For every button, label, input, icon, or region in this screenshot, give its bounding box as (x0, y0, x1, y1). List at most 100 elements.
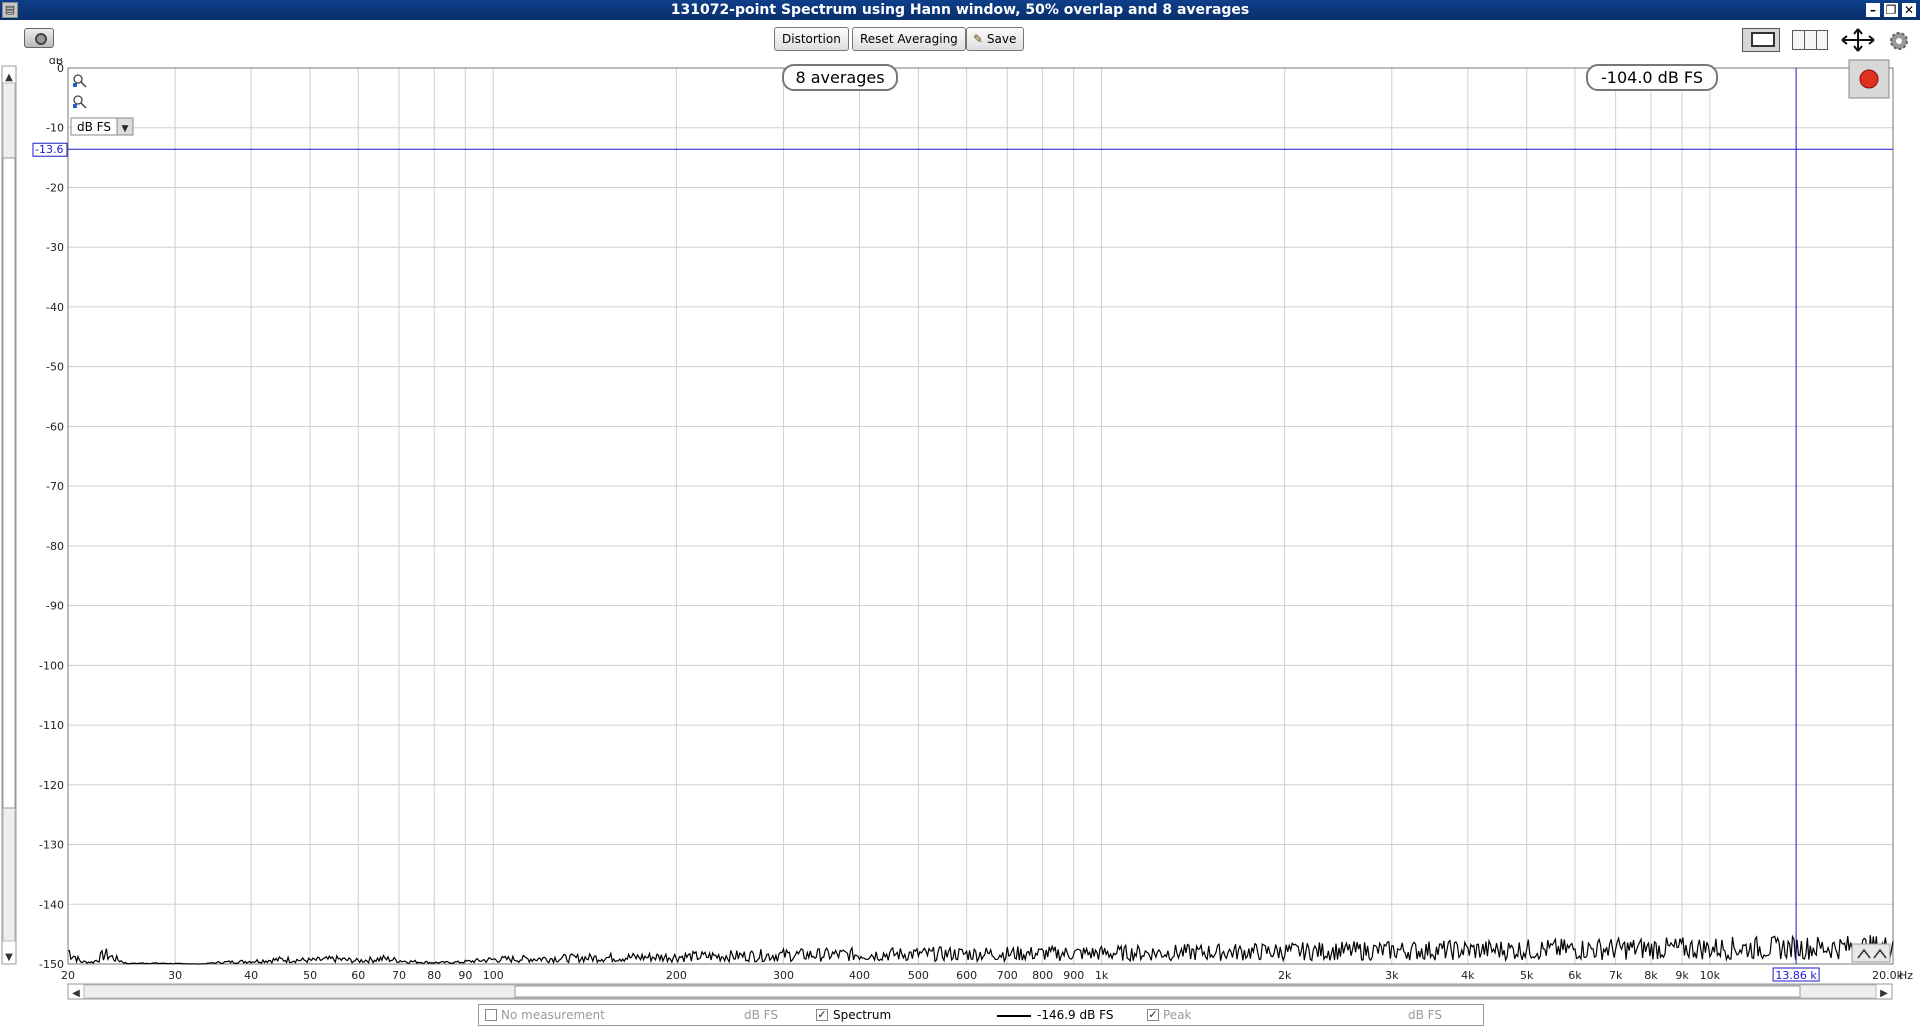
x-tick-label: 1k (1095, 969, 1109, 982)
x-gridlines (67, 68, 1894, 964)
scroll-right-arrow[interactable]: ▶ (1880, 988, 1888, 999)
scroll-left-arrow[interactable]: ◀ (72, 988, 80, 999)
x-tick-label: 600 (956, 969, 977, 982)
legend-spectrum-swatch (997, 1015, 1031, 1017)
level-badge: -104.0 dB FS (1586, 64, 1718, 91)
y-tick-label: -140 (39, 898, 64, 911)
x-tick-label: 7k (1609, 969, 1623, 982)
y-tick-labels: 0 -10 -20 -30 -40 -50 -60 -70 -80 -90 -100 -110 -120… (39, 62, 64, 971)
y-tick-label: -80 (46, 540, 64, 553)
y-tick-label: -40 (46, 301, 64, 314)
cursor-x-label: 13.86 k (1775, 969, 1817, 982)
zoom-in-icon[interactable] (73, 74, 87, 88)
legend-spectrum-value: -146.9 dB FS (1037, 1008, 1114, 1022)
camera-icon[interactable] (24, 28, 54, 48)
spectrum-chart[interactable]: ▲ ▼ dB Hz 0-10-20-30-40-50-60-70-80-90-1… (0, 58, 1920, 1003)
no-measurement-checkbox[interactable] (485, 1009, 497, 1021)
x-tick-label: 4k (1461, 969, 1475, 982)
vertical-scrollbar[interactable]: ▲ ▼ (1, 65, 17, 965)
fit-arrows-icon[interactable] (1840, 28, 1876, 52)
x-tick-label: 500 (908, 969, 929, 982)
save-icon: ✎ (973, 32, 984, 46)
x-tick-label: 20 (61, 969, 75, 982)
averages-badge: 8 averages (782, 64, 898, 91)
record-button[interactable] (1848, 59, 1890, 99)
legend-no-measurement-label: No measurement (501, 1008, 605, 1022)
layout-single-icon[interactable] (1742, 28, 1780, 52)
distortion-button[interactable]: Distortion (774, 27, 849, 51)
x-tick-label: 6k (1568, 969, 1582, 982)
x-tick-label: 50 (303, 969, 317, 982)
cursor-y-label: -13.6 (35, 143, 63, 156)
averages-text: 8 averages (795, 68, 884, 87)
chevron-down-icon: ▼ (122, 124, 129, 134)
x-tick-label: 9k (1675, 969, 1689, 982)
x-tick-label: 400 (849, 969, 870, 982)
y-tick-label: -100 (39, 659, 64, 672)
x-tick-label: 900 (1063, 969, 1084, 982)
x-tick-label: 100 (483, 969, 504, 982)
spectrum-checkbox[interactable]: ✓ (816, 1009, 828, 1021)
y-tick-label: -90 (46, 600, 64, 613)
save-label: Save (986, 32, 1017, 46)
legend-peak-unit: dB FS (1408, 1008, 1442, 1022)
y-tick-label: 0 (57, 62, 64, 75)
spectrum-plot-area: ▲ ▼ dB Hz 0 -10 -20 -30 -40 -50 -60 -70 -80 -90 -1… (0, 58, 1920, 1003)
legend-spectrum-label: Spectrum (833, 1008, 892, 1022)
y-tick-label: -20 (46, 181, 64, 194)
x-tick-label: 10k (1700, 969, 1721, 982)
x-tick-label: 2k (1278, 969, 1292, 982)
reset-averaging-button[interactable]: Reset Averaging (852, 27, 966, 51)
close-button[interactable]: ✕ (1902, 3, 1916, 17)
y-tick-label: -50 (46, 361, 64, 374)
horizontal-scrollbar[interactable]: ◀ ▶ (67, 983, 1893, 1000)
scroll-down-arrow[interactable]: ▼ (5, 952, 13, 963)
y-tick-label: -30 (46, 241, 64, 254)
x-tick-labels: 20 30 40 50 60 70 80 90 100 200 300 400 500 600 700 800… (61, 969, 1904, 982)
peak-checkbox[interactable]: ✓ (1147, 1009, 1159, 1021)
y-tick-label: -70 (46, 480, 64, 493)
x-tick-label: 60 (351, 969, 365, 982)
y-tick-label: -10 (46, 122, 64, 135)
legend-no-measurement-unit: dB FS (744, 1008, 778, 1022)
app-icon[interactable]: ▤ (2, 2, 18, 18)
zoom-out-icon[interactable] (73, 95, 87, 109)
window-title: 131072-point Spectrum using Hann window,… (670, 2, 1250, 18)
save-button[interactable]: ✎ Save (966, 27, 1025, 51)
x-tick-label: 700 (997, 969, 1018, 982)
y-tick-label: -110 (39, 719, 64, 732)
x-tick-label: 5k (1520, 969, 1534, 982)
gear-icon[interactable] (1888, 30, 1910, 52)
unit-select-value: dB FS (77, 120, 111, 134)
x-tick-label: 20.0k (1872, 969, 1903, 982)
x-tick-label: 30 (168, 969, 182, 982)
y-tick-label: -130 (39, 839, 64, 852)
layout-columns-icon[interactable] (1792, 30, 1828, 50)
legend-bar: No measurement dB FS ✓ Spectrum -146.9 d… (478, 1004, 1484, 1026)
x-tick-label: 800 (1032, 969, 1053, 982)
spectrum-trace (68, 934, 1894, 965)
y-tick-label: -120 (39, 779, 64, 792)
x-tick-label: 3k (1385, 969, 1399, 982)
unit-select[interactable]: dB FS ▼ (70, 117, 134, 136)
x-tick-label: 90 (458, 969, 472, 982)
x-tick-label: 40 (244, 969, 258, 982)
restore-button[interactable]: ❐ (1884, 3, 1898, 17)
legend-peak-label: Peak (1163, 1008, 1192, 1022)
scroll-up-arrow[interactable]: ▲ (5, 72, 13, 83)
x-tick-label: 8k (1644, 969, 1658, 982)
x-tick-label: 80 (427, 969, 441, 982)
x-tick-label: 200 (666, 969, 687, 982)
cursor-y-badge[interactable]: -13.6 (32, 142, 68, 157)
minimize-button[interactable]: – (1866, 3, 1880, 17)
plot-frame (67, 67, 1894, 965)
y-tick-label: -60 (46, 420, 64, 433)
level-text: -104.0 dB FS (1601, 68, 1703, 87)
plot-corner-icon[interactable] (1851, 943, 1891, 963)
cursor-x-badge[interactable]: 13.86 k (1772, 967, 1820, 982)
x-tick-label: 70 (392, 969, 406, 982)
x-tick-label: 300 (773, 969, 794, 982)
y-gridlines (68, 67, 1893, 965)
toolbar: Distortion Reset Averaging ✎ Save (0, 20, 1920, 58)
title-bar: ▤ 131072-point Spectrum using Hann windo… (0, 0, 1920, 20)
